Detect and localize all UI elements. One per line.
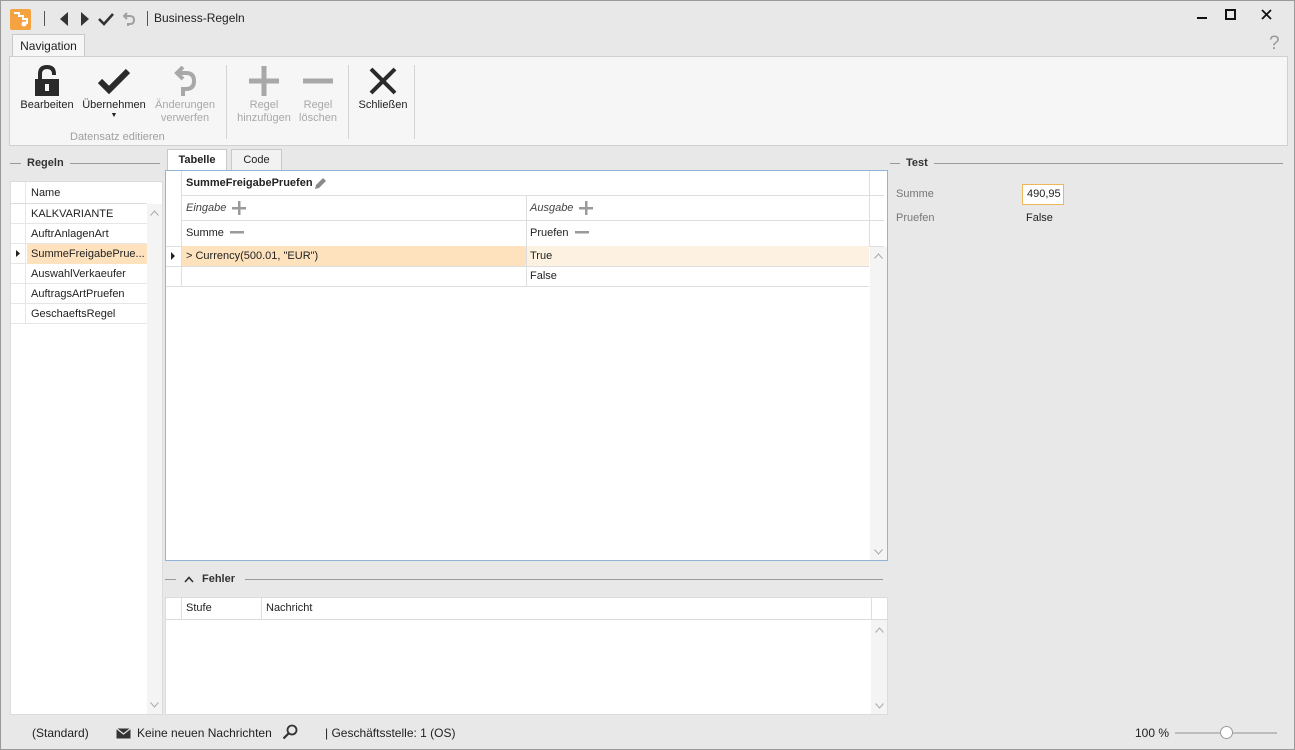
errors-group-header[interactable]: Fehler: [165, 573, 883, 585]
test-field-label: Pruefen: [896, 212, 935, 224]
close-button[interactable]: Schließen: [354, 63, 412, 112]
discard-changes-button[interactable]: Änderungen verwerfen: [152, 63, 218, 125]
ribbon: Bearbeiten Übernehmen ▼ Änderungen verwe…: [9, 56, 1288, 146]
rule-output-cell[interactable]: True: [530, 250, 552, 262]
envelope-icon: [116, 728, 131, 739]
minus-icon: [296, 63, 340, 99]
forward-icon[interactable]: [76, 9, 94, 29]
column-header-message[interactable]: Nachricht: [266, 602, 312, 614]
add-input-icon[interactable]: [232, 201, 246, 215]
help-icon[interactable]: ?: [1269, 33, 1280, 55]
remove-input-icon[interactable]: [230, 227, 244, 237]
apply-button-label: Übernehmen: [82, 99, 146, 111]
checkmark-icon: [80, 63, 148, 99]
errors-scrollbar[interactable]: [871, 620, 887, 714]
rules-grid-header: Name: [11, 182, 147, 204]
scroll-up-icon: [150, 210, 159, 216]
list-item-selected[interactable]: SummeFreigabePrue...: [11, 244, 147, 264]
plus-icon: [235, 63, 293, 99]
list-item[interactable]: GeschaeftsRegel: [11, 304, 147, 324]
delete-rule-label-2: löschen: [299, 112, 337, 124]
zoom-slider-thumb[interactable]: [1219, 726, 1233, 739]
scroll-down-icon: [874, 549, 883, 555]
rule-input-cell[interactable]: > Currency(500.01, "EUR"): [186, 250, 318, 262]
test-sum-input[interactable]: 490,95: [1022, 184, 1064, 205]
rules-header-label: Regeln: [27, 157, 64, 169]
scroll-up-icon: [875, 627, 884, 633]
ribbon-tab-navigation[interactable]: Navigation: [12, 34, 85, 57]
tab-code[interactable]: Code: [231, 149, 282, 170]
rules-scrollbar[interactable]: [147, 204, 162, 714]
edit-button[interactable]: Bearbeiten: [16, 63, 78, 112]
test-header-label: Test: [906, 157, 928, 169]
decision-table: SummeFreigabePruefen Eingabe Ausgabe Sum…: [165, 170, 888, 561]
column-header-level[interactable]: Stufe: [186, 602, 212, 614]
undo-large-icon: [152, 63, 218, 99]
toolbar-separator: [147, 11, 148, 26]
delete-rule-label-1: Regel: [303, 99, 333, 111]
close-button-label: Schließen: [358, 99, 408, 111]
add-rule-button[interactable]: Regel hinzufügen: [235, 63, 293, 125]
edit-pencil-icon[interactable]: [313, 176, 328, 191]
test-field-label: Summe: [896, 188, 934, 200]
rule-output-cell[interactable]: False: [530, 270, 557, 282]
input-column-header[interactable]: Summe: [186, 227, 224, 239]
discard-label-2: verwerfen: [160, 112, 210, 124]
app-window: Business-Regeln Navigation ? Bearbeiten …: [0, 0, 1295, 750]
add-rule-label-2: hinzufügen: [237, 112, 291, 124]
decision-table-scrollbar[interactable]: [870, 247, 887, 560]
window-title: Business-Regeln: [154, 11, 245, 25]
errors-header-label: Fehler: [202, 573, 236, 585]
status-profile[interactable]: (Standard): [32, 726, 89, 740]
rules-group-header: Regeln: [10, 157, 160, 169]
collapse-chevron-icon: [184, 575, 194, 583]
add-output-icon[interactable]: [579, 201, 593, 215]
test-result-value: False: [1026, 212, 1053, 224]
list-item[interactable]: KALKVARIANTE: [11, 204, 147, 224]
list-item[interactable]: AuftragsArtPruefen: [11, 284, 147, 304]
edit-button-label: Bearbeiten: [20, 99, 74, 111]
test-group-header: Test: [890, 157, 1283, 169]
zoom-level-label: 100 %: [1135, 726, 1170, 740]
search-icon[interactable]: [282, 724, 298, 740]
close-x-icon: [354, 63, 412, 99]
scroll-down-icon: [875, 703, 884, 709]
output-section-label: Ausgabe: [530, 202, 574, 214]
list-item[interactable]: AuswahlVerkaeufer: [11, 264, 147, 284]
decision-table-name: SummeFreigabePruefen: [186, 177, 313, 189]
undo-icon[interactable]: [120, 9, 138, 29]
row-indicator-icon: [171, 252, 175, 260]
app-logo: [10, 9, 31, 30]
rules-grid: Name KALKVARIANTE AuftrAnlagenArt SummeF…: [10, 181, 163, 715]
lock-icon: [16, 63, 78, 99]
tab-table[interactable]: Tabelle: [167, 149, 227, 171]
column-header-name[interactable]: Name: [31, 182, 145, 204]
dropdown-arrow-icon[interactable]: ▼: [80, 112, 148, 120]
remove-output-icon[interactable]: [575, 227, 589, 237]
scroll-down-icon: [150, 702, 159, 708]
list-item[interactable]: AuftrAnlagenArt: [11, 224, 147, 244]
scroll-up-icon: [874, 253, 883, 259]
check-icon[interactable]: [97, 9, 115, 29]
apply-button[interactable]: Übernehmen ▼: [80, 63, 148, 120]
title-bar: Business-Regeln: [1, 1, 1294, 35]
maximize-icon[interactable]: [1215, 3, 1245, 25]
ribbon-separator: [226, 65, 227, 139]
row-indicator-icon: [11, 244, 26, 263]
toolbar-separator: [44, 11, 45, 26]
ribbon-group-label: Datensatz editieren: [70, 131, 165, 143]
delete-rule-button[interactable]: Regel löschen: [296, 63, 340, 125]
errors-grid: Stufe Nachricht: [165, 597, 888, 715]
input-section-label: Eingabe: [186, 202, 227, 214]
minimize-icon[interactable]: [1187, 3, 1217, 25]
ribbon-separator: [414, 65, 415, 139]
add-rule-label-1: Regel: [249, 99, 279, 111]
status-messages[interactable]: Keine neuen Nachrichten: [137, 726, 272, 740]
back-icon[interactable]: [55, 9, 73, 29]
status-branch: | Geschäftsstelle: 1 (OS): [325, 726, 456, 740]
ribbon-separator: [348, 65, 349, 139]
close-window-icon[interactable]: [1251, 3, 1281, 25]
discard-label-1: Änderungen: [155, 99, 215, 111]
output-column-header[interactable]: Pruefen: [530, 227, 569, 239]
